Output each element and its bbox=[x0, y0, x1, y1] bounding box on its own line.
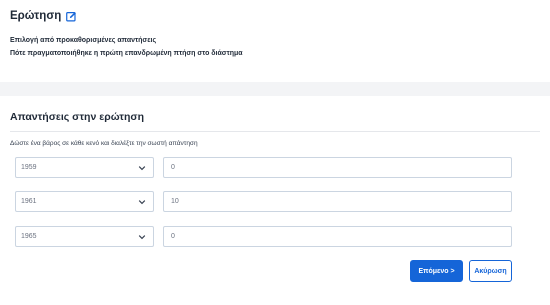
question-title: Ερώτηση bbox=[10, 10, 62, 22]
chevron-down-icon bbox=[138, 164, 146, 172]
answer-select-value: 1959 bbox=[21, 164, 37, 171]
answer-row: 1959 0 bbox=[15, 157, 512, 178]
question-header: Ερώτηση bbox=[10, 10, 77, 22]
answers-instruction: Δώστε ένα βάρος σε κάθε κενό και διαλέξτ… bbox=[10, 140, 198, 147]
question-type: Επιλογή από προκαθορισμένες απαντήσεις bbox=[10, 37, 157, 44]
next-button[interactable]: Επόμενο > bbox=[410, 260, 463, 282]
weight-input[interactable]: 0 bbox=[163, 157, 512, 178]
question-card: Ερώτηση Επιλογή από προκαθορισμένες απαν… bbox=[0, 0, 550, 82]
answer-row: 1965 0 bbox=[15, 226, 512, 247]
weight-input-value: 0 bbox=[171, 233, 175, 240]
answer-row: 1961 10 bbox=[15, 191, 512, 212]
answers-card: Απαντήσεις στην ερώτηση Δώστε ένα βάρος … bbox=[0, 96, 550, 305]
weight-input-value: 10 bbox=[171, 198, 179, 205]
answer-select[interactable]: 1965 bbox=[15, 226, 154, 247]
weight-input[interactable]: 10 bbox=[163, 191, 512, 212]
question-text: Πότε πραγματοποιήθηκε η πρώτη επανδρωμέν… bbox=[10, 50, 243, 57]
chevron-down-icon bbox=[138, 198, 146, 206]
chevron-down-icon bbox=[138, 233, 146, 241]
answer-select-value: 1965 bbox=[21, 233, 37, 240]
cancel-button[interactable]: Ακύρωση bbox=[469, 260, 512, 282]
answer-select[interactable]: 1961 bbox=[15, 191, 154, 212]
answer-select-value: 1961 bbox=[21, 198, 37, 205]
divider bbox=[10, 131, 540, 132]
weight-input-value: 0 bbox=[171, 164, 175, 171]
edit-icon[interactable] bbox=[66, 11, 77, 22]
answers-title: Απαντήσεις στην ερώτηση bbox=[10, 111, 144, 123]
weight-input[interactable]: 0 bbox=[163, 226, 512, 247]
answer-select[interactable]: 1959 bbox=[15, 157, 154, 178]
